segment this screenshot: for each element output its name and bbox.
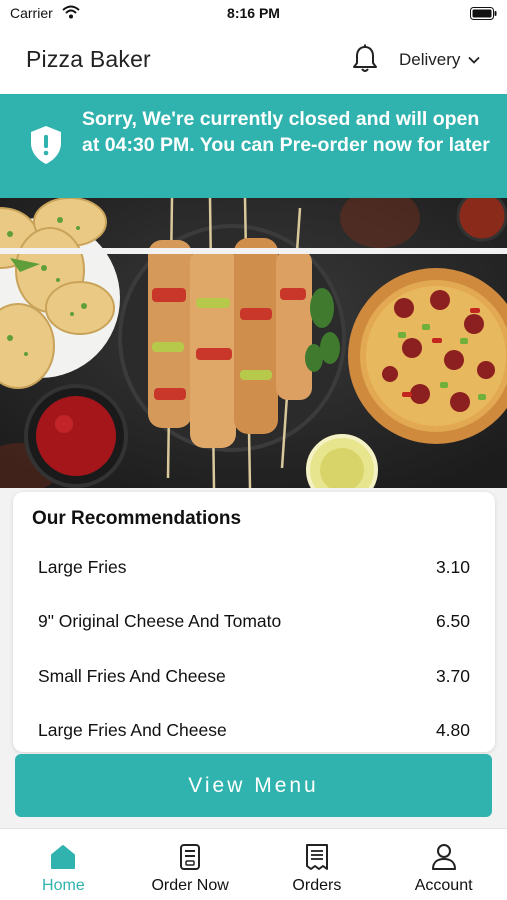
- bell-icon[interactable]: [351, 44, 379, 79]
- order-icon: [179, 843, 201, 871]
- item-name: 9" Original Cheese And Tomato: [38, 610, 282, 631]
- clock: 8:16 PM: [227, 5, 280, 21]
- person-icon: [431, 843, 457, 871]
- scroll-edge: [0, 248, 507, 254]
- item-price: 4.80: [435, 719, 470, 740]
- delivery-label: Delivery: [399, 50, 461, 69]
- status-bar: Carrier 8:16 PM: [0, 0, 507, 28]
- closed-message: Sorry, We're currently closed and will o…: [82, 108, 490, 156]
- tab-orders[interactable]: Orders: [254, 829, 381, 900]
- tab-order-now[interactable]: Order Now: [127, 829, 254, 900]
- hero-food-image: [0, 198, 507, 488]
- home-icon: [50, 843, 76, 871]
- shield-alert-icon: [29, 125, 63, 170]
- recommendations-card: Our Recommendations Large Fries 3.10 9" …: [13, 492, 495, 752]
- recommendation-item[interactable]: Large Fries 3.10: [38, 552, 470, 582]
- battery-icon: [470, 7, 497, 25]
- chevron-down-icon: [468, 56, 481, 64]
- app-title: Pizza Baker: [26, 46, 151, 72]
- tab-label: Order Now: [151, 877, 229, 894]
- view-menu-button[interactable]: View Menu: [15, 754, 492, 817]
- tab-label: Account: [414, 877, 473, 894]
- tab-label: Orders: [292, 877, 342, 894]
- tab-label: Home: [42, 877, 85, 894]
- tab-account[interactable]: Account: [380, 829, 507, 900]
- delivery-selector[interactable]: Delivery: [399, 50, 481, 70]
- recommendation-item[interactable]: Small Fries And Cheese 3.70: [38, 661, 470, 691]
- item-price: 6.50: [435, 610, 470, 631]
- app-header: Pizza Baker Delivery: [0, 28, 507, 94]
- item-price: 3.10: [435, 556, 470, 577]
- item-price: 3.70: [435, 665, 470, 686]
- recommendation-item[interactable]: 9" Original Cheese And Tomato 6.50: [38, 606, 470, 636]
- recommendation-item[interactable]: Large Fries And Cheese 4.80: [38, 715, 470, 745]
- closed-banner: Sorry, We're currently closed and will o…: [0, 94, 507, 198]
- item-name: Large Fries And Cheese: [38, 719, 227, 740]
- tab-home[interactable]: Home: [0, 829, 127, 900]
- item-name: Large Fries: [38, 556, 127, 577]
- recommendations-title: Our Recommendations: [32, 508, 242, 529]
- bottom-tab-bar: Home Order Now Orders Account: [0, 828, 507, 900]
- item-name: Small Fries And Cheese: [38, 665, 226, 686]
- receipt-icon: [305, 843, 329, 871]
